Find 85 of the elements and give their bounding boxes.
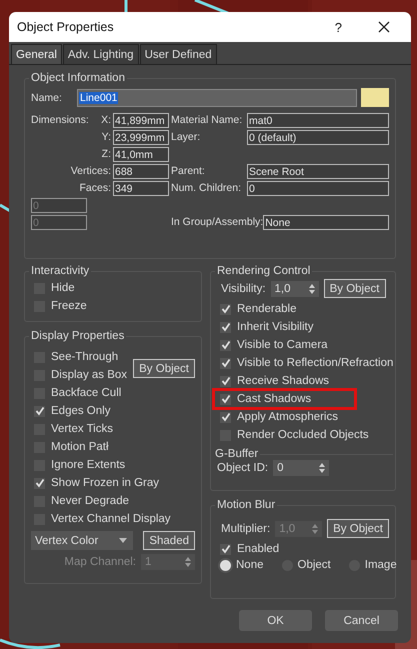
visibility-spinner[interactable]: 1,0 xyxy=(270,280,319,296)
value-field[interactable]: 23,999mm xyxy=(113,130,169,144)
checkbox-label: Vertex Channel Display xyxy=(51,513,171,525)
checkbox-label: Renderable xyxy=(237,303,296,315)
tab[interactable]: General xyxy=(11,44,62,64)
ok-button[interactable]: OK xyxy=(239,610,312,631)
checkbox[interactable] xyxy=(220,412,231,422)
caret-icon xyxy=(119,538,127,544)
dimensions-label: Dimensions: xyxy=(31,114,89,126)
checkbox[interactable] xyxy=(220,394,231,404)
tab[interactable]: User Defined xyxy=(140,44,217,64)
checkbox-label: Inherit Visibility xyxy=(237,321,314,333)
checkbox[interactable] xyxy=(220,544,231,554)
value-field[interactable]: 688 xyxy=(113,164,169,178)
checkbox-label: Vertex Ticks xyxy=(51,423,113,435)
checkbox[interactable] xyxy=(220,322,231,332)
group-title: Interactivity xyxy=(30,265,90,277)
name-label: Name: xyxy=(31,92,63,104)
field-label: Parent: xyxy=(171,165,206,177)
multiplier-label: Multiplier: xyxy=(221,522,270,534)
checkbox[interactable] xyxy=(220,340,231,350)
by-object-button[interactable]: By Object xyxy=(324,279,386,298)
checkbox[interactable] xyxy=(220,358,231,368)
object-id-spinner[interactable]: 0 xyxy=(273,460,330,476)
group-title: G-Buffer xyxy=(214,448,260,460)
value-field[interactable]: None xyxy=(263,214,389,230)
radio-button[interactable] xyxy=(220,560,231,570)
field-label: Num. Children: xyxy=(171,182,242,194)
by-object-button[interactable]: By Object xyxy=(327,519,389,538)
checkbox[interactable] xyxy=(34,406,45,416)
checkbox-label: Motion Patł xyxy=(51,441,109,453)
checkbox-label: Visible to Reflection/Refraction xyxy=(237,357,394,369)
value-field[interactable]: 41,0mm xyxy=(113,146,169,162)
group-title: Display Properties xyxy=(30,330,126,342)
radio-label: None xyxy=(236,559,264,571)
radio-label: Image xyxy=(364,559,397,571)
field-label: Z: xyxy=(102,148,112,160)
tab[interactable]: Adv. Lighting xyxy=(62,44,139,64)
checkbox[interactable] xyxy=(220,376,231,386)
checkbox-label: Freeze xyxy=(51,300,87,312)
checkbox-label: Render Occluded Objects xyxy=(237,429,369,441)
help-button[interactable]: ? xyxy=(334,20,342,34)
color-swatch[interactable] xyxy=(361,88,389,107)
field-label: X: xyxy=(101,114,112,126)
field-label: In Group/Assembly: xyxy=(171,216,264,228)
checkbox-label: Hide xyxy=(51,282,75,294)
window-title: Object Properties xyxy=(17,20,115,34)
cancel-button[interactable]: Cancel xyxy=(325,610,398,631)
checkbox-label: Never Degrade xyxy=(51,495,129,507)
field-label: Faces: xyxy=(79,182,112,194)
checkbox-label: Cast Shadows xyxy=(237,393,312,405)
name-field[interactable]: Line001 xyxy=(77,88,357,106)
field-label: Y: xyxy=(102,131,112,143)
radio-label: Object xyxy=(298,559,331,571)
field-label: Layer: xyxy=(171,131,202,143)
vertex-color-dropdown[interactable]: Vertex Color xyxy=(31,531,133,550)
group-title: Object Information xyxy=(30,72,126,84)
checkbox-label: Display as Box xyxy=(51,369,128,381)
checkbox-label: Visible to Camera xyxy=(237,339,328,351)
checkbox-label: See-Through xyxy=(51,351,118,363)
checkbox[interactable] xyxy=(220,304,231,314)
visibility-label: Visibility: xyxy=(221,282,266,294)
checkbox-label: Show Frozen in Gray xyxy=(51,477,160,489)
checkbox[interactable] xyxy=(34,478,45,488)
checkbox-label: Enabled xyxy=(237,543,280,555)
object-id-label: Object ID: xyxy=(217,462,268,474)
value-field[interactable]: 41,899mm xyxy=(113,112,169,128)
by-object-button[interactable]: By Object xyxy=(133,359,195,378)
field-label: Material Name: xyxy=(171,114,244,126)
shaded-button[interactable]: Shaded xyxy=(143,531,195,550)
field-label: Vertices: xyxy=(70,165,112,177)
value-field[interactable]: 0 xyxy=(247,180,389,196)
checkbox-label: Receive Shadows xyxy=(237,375,330,387)
group-title: Motion Blur xyxy=(216,499,276,511)
checkbox-label: Ignore Extents xyxy=(51,459,126,471)
close-icon[interactable] xyxy=(378,21,390,33)
map-channel-label: Map Channel: xyxy=(64,556,136,568)
group-title: Rendering Control xyxy=(216,265,312,277)
value-field[interactable]: Scene Root xyxy=(247,164,389,178)
value-field[interactable]: 0 (default) xyxy=(247,130,389,144)
checkbox-label: Backface Cull xyxy=(51,387,122,399)
value-field[interactable]: 349 xyxy=(113,180,169,196)
checkbox-label: Edges Only xyxy=(51,405,110,417)
value-field[interactable]: mat0 xyxy=(247,112,389,128)
checkbox-label: Apply Atmospherics xyxy=(237,411,338,423)
